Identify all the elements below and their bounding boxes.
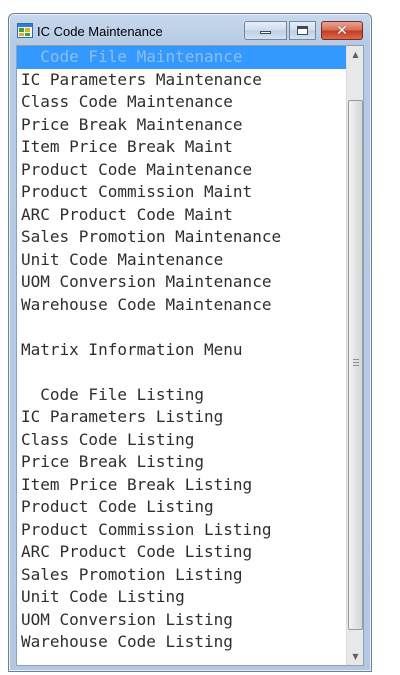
menu-item[interactable]: Price Break Listing — [17, 451, 346, 474]
menu-item[interactable]: Matrix Information Menu — [17, 339, 346, 362]
menu-item[interactable]: Product Code Listing — [17, 496, 346, 519]
minimize-button[interactable] — [244, 21, 287, 40]
menu-item[interactable]: Product Code Maintenance — [17, 159, 346, 182]
arrow-down-icon: ▼ — [352, 652, 359, 661]
menu-client-area: Code File Maintenance IC Parameters Maint… — [16, 45, 364, 666]
menu-item[interactable]: UOM Conversion Maintenance — [17, 271, 346, 294]
menu-spacer — [17, 316, 346, 339]
menu-item[interactable]: Code File Listing — [17, 384, 346, 407]
maximize-button[interactable] — [289, 21, 316, 40]
close-button[interactable]: ✕ — [321, 21, 363, 40]
menu-item[interactable]: Unit Code Maintenance — [17, 249, 346, 272]
maximize-icon — [297, 26, 308, 35]
menu-item[interactable]: IC Parameters Maintenance — [17, 69, 346, 92]
menu-item[interactable]: IC Parameters Listing — [17, 406, 346, 429]
menu-item[interactable]: Sales Promotion Listing — [17, 564, 346, 587]
ic-app-icon — [17, 23, 33, 38]
minimize-icon — [260, 31, 271, 34]
menu-item[interactable]: ARC Product Code Maint — [17, 204, 346, 227]
vertical-scrollbar[interactable]: ▲ ▼ — [346, 46, 363, 665]
menu-item[interactable]: Class Code Listing — [17, 429, 346, 452]
window-title: IC Code Maintenance — [37, 24, 163, 39]
title-bar[interactable]: IC Code Maintenance ✕ — [9, 14, 371, 44]
menu-item[interactable]: Sales Promotion Maintenance — [17, 226, 346, 249]
scroll-up-button[interactable]: ▲ — [347, 46, 363, 63]
menu-item[interactable]: Item Price Break Listing — [17, 474, 346, 497]
menu-item[interactable]: UOM Conversion Listing — [17, 609, 346, 632]
arrow-up-icon: ▲ — [352, 50, 359, 59]
menu-item[interactable]: Code File Maintenance — [17, 46, 346, 69]
scroll-thumb[interactable] — [348, 100, 363, 630]
menu-item[interactable]: Warehouse Code Maintenance — [17, 294, 346, 317]
menu-item[interactable]: Item Price Break Maint — [17, 136, 346, 159]
grip-icon — [353, 359, 359, 366]
menu-list[interactable]: Code File Maintenance IC Parameters Maint… — [17, 46, 346, 665]
menu-item[interactable]: Class Code Maintenance — [17, 91, 346, 114]
scroll-down-button[interactable]: ▼ — [347, 648, 363, 665]
menu-item[interactable]: Unit Code Listing — [17, 586, 346, 609]
ic-code-maintenance-window: IC Code Maintenance ✕ Code File Maintena… — [8, 13, 372, 672]
menu-item[interactable]: Price Break Maintenance — [17, 114, 346, 137]
menu-item[interactable]: Product Commission Listing — [17, 519, 346, 542]
menu-spacer — [17, 361, 346, 384]
menu-item[interactable]: ARC Product Code Listing — [17, 541, 346, 564]
menu-item[interactable]: Product Commission Maint — [17, 181, 346, 204]
close-icon: ✕ — [336, 22, 348, 39]
menu-item[interactable]: Warehouse Code Listing — [17, 631, 346, 654]
